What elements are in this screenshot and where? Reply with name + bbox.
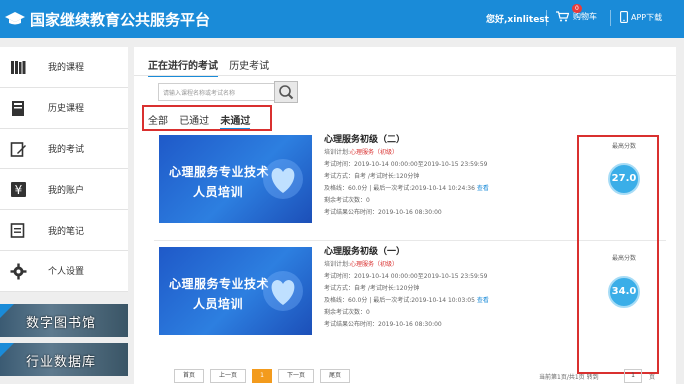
sidebar-item-my-notes[interactable]: 我的笔记 (0, 210, 128, 251)
exam-pass-line: 及格线：60.0分 | 最后一次考试:2019-10-14 10:24:36 查… (324, 183, 489, 195)
site-logo[interactable]: 国家继续教育公共服务平台 (4, 7, 210, 31)
sidebar-item-label: 历史课程 (48, 104, 85, 115)
banner-ribbon (0, 304, 14, 318)
prev-page-button[interactable]: 上一页 (210, 369, 246, 383)
exam-tabs: 正在进行的考试 历史考试 (148, 57, 277, 77)
books-icon (11, 61, 26, 74)
remaining-attempts: 剩余考试次数：0 (324, 197, 370, 204)
industry-database-banner[interactable]: 行业数据库 (0, 343, 128, 376)
main-panel: 正在进行的考试 历史考试 请输入课程名称或考试名称 全部 已通过 未通过 心理服… (134, 47, 676, 384)
gear-icon (10, 263, 27, 280)
exam-time: 考试时间：2019-10-14 00:00:00至2019-10-15 23:5… (324, 273, 488, 280)
sidebar-item-settings[interactable]: 个人设置 (0, 250, 128, 292)
site-title: 国家继续教育公共服务平台 (30, 10, 211, 29)
app-download-link[interactable]: APP下载 (620, 11, 662, 23)
view-link[interactable]: 查看 (477, 297, 489, 304)
training-plan: 培训计划:心理服务（初级） (324, 147, 489, 159)
exam-title[interactable]: 心理服务初级（一） (324, 245, 489, 259)
app-download-label: APP下载 (631, 12, 663, 22)
page-jump-input[interactable]: 1 (624, 369, 642, 383)
next-page-button[interactable]: 下一页 (278, 369, 314, 383)
exam-method: 考试方式：自考 /考试时长:120分钟 (324, 285, 420, 292)
history-book-icon (12, 100, 24, 116)
first-page-button[interactable]: 首页 (174, 369, 204, 383)
course-thumbnail[interactable]: 心理服务专业技术 人员培训 (159, 247, 312, 335)
sidebar-item-label: 我的笔记 (48, 226, 85, 237)
pass-line-text: 及格线：60.0分 | 最后一次考试:2019-10-14 10:24:36 (324, 185, 475, 192)
search-button[interactable] (274, 81, 298, 103)
view-link[interactable]: 查看 (477, 185, 489, 192)
phone-icon (620, 11, 628, 23)
sidebar-item-my-courses[interactable]: 我的课程 (0, 47, 128, 88)
sidebar-item-label: 我的考试 (48, 144, 85, 155)
sidebar-item-my-exams[interactable]: 我的考试 (0, 128, 128, 170)
banner-label: 数字图书馆 (26, 316, 97, 331)
current-page-button[interactable]: 1 (252, 369, 272, 383)
cart-link[interactable]: 0 购物车 (556, 4, 597, 22)
training-plan-value[interactable]: 心理服务（初级） (350, 261, 398, 268)
digital-library-banner[interactable]: 数字图书馆 (0, 304, 128, 337)
pass-line-text: 及格线：60.0分 | 最后一次考试:2019-10-14 10:03:05 (324, 297, 475, 304)
training-plan-value[interactable]: 心理服务（初级） (350, 149, 398, 156)
exam-pass-line: 及格线：60.0分 | 最后一次考试:2019-10-14 10:03:05 查… (324, 295, 489, 307)
result-publish-time: 考试结果公布时间：2019-10-16 08:30:00 (324, 209, 442, 216)
user-greeting[interactable]: 您好,xinlitest (486, 12, 549, 25)
tab-history-exams[interactable]: 历史考试 (229, 57, 269, 75)
search-icon (279, 85, 294, 100)
banner-label: 行业数据库 (26, 355, 97, 370)
last-page-button[interactable]: 尾页 (320, 369, 350, 383)
exam-time: 考试时间：2019-10-14 00:00:00至2019-10-15 23:5… (324, 161, 488, 168)
cart-icon (556, 11, 569, 22)
cart-count-badge: 0 (572, 4, 582, 13)
exam-info: 心理服务初级（二） 培训计划:心理服务（初级） 考试时间：2019-10-14 … (324, 133, 489, 219)
exam-edit-icon (10, 141, 26, 157)
page-info: 当前第1页/共1页 转到 (539, 374, 599, 381)
sidebar: 我的课程 历史课程 我的考试 ¥ 我的账户 我的笔记 个人设置 (0, 47, 128, 292)
exam-title[interactable]: 心理服务初级（二） (324, 133, 489, 147)
result-publish-time: 考试结果公布时间：2019-10-16 08:30:00 (324, 321, 442, 328)
course-thumbnail[interactable]: 心理服务专业技术 人员培训 (159, 135, 312, 223)
graduation-cap-icon (5, 12, 25, 25)
sidebar-item-label: 个人设置 (48, 267, 85, 278)
training-plan-label: 培训计划: (324, 149, 351, 156)
exam-method: 考试方式：自考 /考试时长:120分钟 (324, 173, 420, 180)
heart-icon (263, 159, 303, 199)
yen-account-icon: ¥ (11, 182, 26, 198)
top-header: 国家继续教育公共服务平台 您好,xinlitest 0 购物车 APP下载 (0, 0, 684, 38)
svg-text:¥: ¥ (15, 183, 23, 197)
thumbnail-title: 心理服务专业技术 (169, 277, 270, 291)
sidebar-item-history-courses[interactable]: 历史课程 (0, 87, 128, 129)
tab-ongoing-exams[interactable]: 正在进行的考试 (148, 57, 218, 77)
header-divider (610, 10, 611, 26)
thumbnail-title: 心理服务专业技术 (169, 165, 270, 179)
training-plan: 培训计划:心理服务（初级） (324, 259, 489, 271)
thumbnail-subtitle: 人员培训 (193, 297, 244, 311)
notes-icon (10, 223, 25, 238)
header-divider (546, 10, 547, 26)
score-highlight-box (577, 135, 659, 374)
page-unit-label: 页 (649, 374, 656, 381)
banner-ribbon (0, 343, 14, 357)
heart-icon (263, 271, 303, 311)
training-plan-label: 培训计划: (324, 261, 351, 268)
remaining-attempts: 剩余考试次数：0 (324, 309, 370, 316)
sidebar-item-label: 我的账户 (48, 185, 85, 196)
thumbnail-subtitle: 人员培训 (193, 185, 244, 199)
filter-highlight-box (142, 105, 272, 131)
sidebar-item-label: 我的课程 (48, 63, 85, 74)
exam-info: 心理服务初级（一） 培训计划:心理服务（初级） 考试时间：2019-10-14 … (324, 245, 489, 331)
tab-divider (134, 75, 676, 76)
sidebar-item-my-account[interactable]: ¥ 我的账户 (0, 169, 128, 211)
